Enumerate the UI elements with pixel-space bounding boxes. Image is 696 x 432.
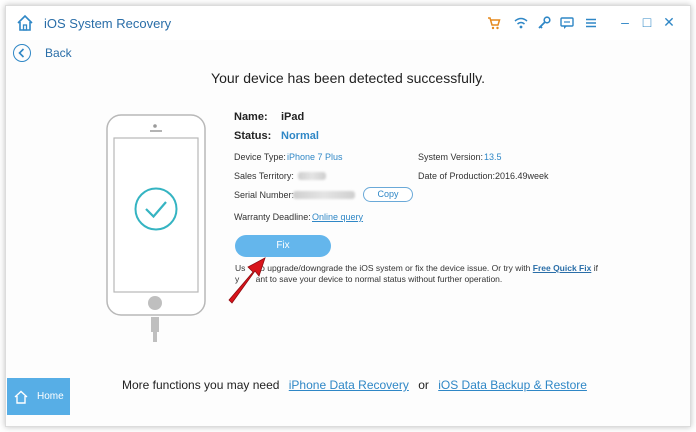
status-label: Status: <box>234 130 272 142</box>
name-label: Name: <box>234 111 268 123</box>
ios-data-backup-restore-link[interactable]: iOS Data Backup & Restore <box>438 378 587 392</box>
minimize-icon[interactable]: – <box>616 13 634 31</box>
key-icon[interactable] <box>537 16 551 30</box>
wifi-icon[interactable] <box>514 16 528 30</box>
chat-icon[interactable] <box>560 16 574 30</box>
sales-territory-label: Sales Territory: <box>234 171 294 181</box>
home-label: Home <box>37 391 64 402</box>
instruction-text-1c: if <box>593 263 598 273</box>
instruction-text-2b: ant to save your device to normal status… <box>255 274 503 284</box>
instruction-line-1: Us to upgrade/downgrade the iOS system o… <box>235 263 598 273</box>
home-icon[interactable] <box>16 14 34 32</box>
or-text: or <box>418 378 429 392</box>
system-version-value: 13.5 <box>484 152 502 162</box>
detection-headline: Your device has been detected successful… <box>211 70 485 86</box>
red-arrow-icon <box>228 257 266 304</box>
maximize-icon[interactable]: □ <box>638 13 656 31</box>
home-tab[interactable]: Home <box>7 378 70 415</box>
more-functions-text: More functions you may need <box>122 378 280 392</box>
menu-icon[interactable] <box>584 16 598 30</box>
serial-number-value-redacted <box>293 191 355 199</box>
system-version-label: System Version: <box>418 152 484 162</box>
warranty-label: Warranty Deadline: <box>234 212 311 222</box>
iphone-data-recovery-link[interactable]: iPhone Data Recovery <box>289 378 409 392</box>
name-value: iPad <box>281 111 305 123</box>
serial-number-label: Serial Number: <box>234 190 295 200</box>
title-bar: iOS System Recovery – □ ✕ <box>6 6 690 40</box>
copy-button[interactable]: Copy <box>363 187 413 202</box>
instruction-text-1b: to upgrade/downgrade the iOS system or f… <box>257 263 531 273</box>
free-quick-fix-link[interactable]: Free Quick Fix <box>533 263 592 273</box>
status-value: Normal <box>281 130 319 142</box>
close-icon[interactable]: ✕ <box>660 13 678 31</box>
production-date-value: 2016.49week <box>495 171 549 181</box>
home-icon <box>14 390 28 404</box>
cart-icon[interactable] <box>487 16 501 30</box>
sales-territory-value-redacted <box>298 172 326 180</box>
device-type-value: iPhone 7 Plus <box>287 152 343 162</box>
app-window: iOS System Recovery – □ ✕ Back Your devi… <box>5 5 691 427</box>
device-type-label: Device Type: <box>234 152 286 162</box>
more-functions: More functions you may need iPhone Data … <box>122 378 587 392</box>
production-date-label: Date of Production: <box>418 171 496 181</box>
instruction-line-2: y ant to save your device to normal stat… <box>235 274 502 284</box>
back-arrow-icon[interactable] <box>13 44 31 62</box>
online-query-link[interactable]: Online query <box>312 212 363 222</box>
app-title: iOS System Recovery <box>44 16 172 31</box>
check-circle-icon <box>134 187 178 231</box>
back-label[interactable]: Back <box>45 46 72 60</box>
